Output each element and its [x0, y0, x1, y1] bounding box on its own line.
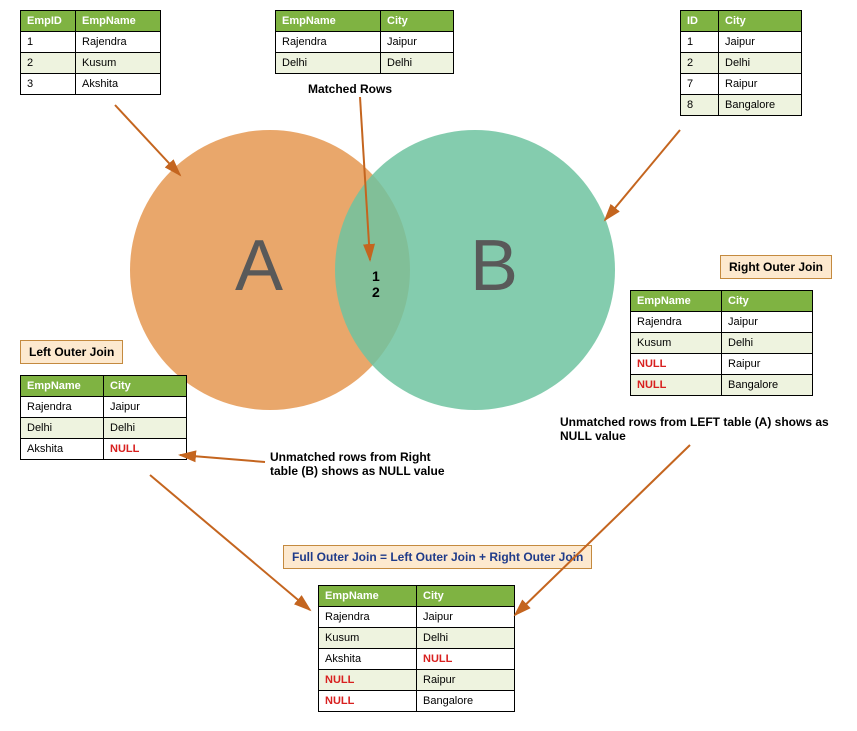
th: City [722, 291, 813, 312]
table-row: NULLBangalore [319, 691, 515, 712]
table-right-outer-join: EmpNameCity RajendraJaipur KusumDelhi NU… [630, 290, 813, 396]
caption-unmatched-left: Unmatched rows from LEFT table (A) shows… [560, 415, 830, 443]
table-row: 2Delhi [681, 53, 802, 74]
table-row: 7Raipur [681, 74, 802, 95]
label-right-outer-join: Right Outer Join [720, 255, 832, 279]
arrow-icon [115, 105, 180, 175]
null-value: NULL [631, 375, 722, 396]
th: City [381, 11, 454, 32]
caption-matched-rows: Matched Rows [308, 82, 392, 96]
table-row: RajendraJaipur [319, 607, 515, 628]
table-matched: EmpNameCity RajendraJaipur DelhiDelhi [275, 10, 454, 74]
label-full-outer-join: Full Outer Join = Left Outer Join + Righ… [283, 545, 592, 569]
th: EmpName [76, 11, 161, 32]
table-row: NULLRaipur [631, 354, 813, 375]
th: City [417, 586, 515, 607]
table-b: IDCity 1Jaipur 2Delhi 7Raipur 8Bangalore [680, 10, 802, 116]
table-row: DelhiDelhi [276, 53, 454, 74]
table-left-outer-join: EmpNameCity RajendraJaipur DelhiDelhi Ak… [20, 375, 187, 460]
null-value: NULL [104, 439, 187, 460]
table-row: KusumDelhi [631, 333, 813, 354]
venn-label-b: B [470, 225, 518, 307]
th: EmpName [319, 586, 417, 607]
table-row: 3Akshita [21, 74, 161, 95]
table-row: KusumDelhi [319, 628, 515, 649]
arrow-icon [150, 475, 310, 610]
table-a: EmpIDEmpName 1Rajendra 2Kusum 3Akshita [20, 10, 161, 95]
null-value: NULL [319, 691, 417, 712]
arrow-icon [180, 455, 265, 462]
th: City [104, 376, 187, 397]
th: EmpName [631, 291, 722, 312]
table-row: RajendraJaipur [21, 397, 187, 418]
caption-unmatched-right: Unmatched rows from Right table (B) show… [270, 450, 460, 478]
venn-intersection-1: 1 [372, 268, 380, 284]
null-value: NULL [631, 354, 722, 375]
arrow-icon [605, 130, 680, 220]
th: City [719, 11, 802, 32]
table-row: 1Jaipur [681, 32, 802, 53]
table-row: DelhiDelhi [21, 418, 187, 439]
table-row: NULLRaipur [319, 670, 515, 691]
venn-intersection-2: 2 [372, 284, 380, 300]
label-left-outer-join: Left Outer Join [20, 340, 123, 364]
table-full-outer-join: EmpNameCity RajendraJaipur KusumDelhi Ak… [318, 585, 515, 712]
table-row: 2Kusum [21, 53, 161, 74]
th: EmpName [276, 11, 381, 32]
th: EmpID [21, 11, 76, 32]
table-row: RajendraJaipur [276, 32, 454, 53]
table-row: AkshitaNULL [319, 649, 515, 670]
arrow-icon [515, 445, 690, 615]
table-row: NULLBangalore [631, 375, 813, 396]
th: EmpName [21, 376, 104, 397]
table-row: 1Rajendra [21, 32, 161, 53]
null-value: NULL [319, 670, 417, 691]
table-row: RajendraJaipur [631, 312, 813, 333]
venn-label-a: A [235, 225, 283, 307]
th: ID [681, 11, 719, 32]
null-value: NULL [417, 649, 515, 670]
table-row: 8Bangalore [681, 95, 802, 116]
table-row: AkshitaNULL [21, 439, 187, 460]
